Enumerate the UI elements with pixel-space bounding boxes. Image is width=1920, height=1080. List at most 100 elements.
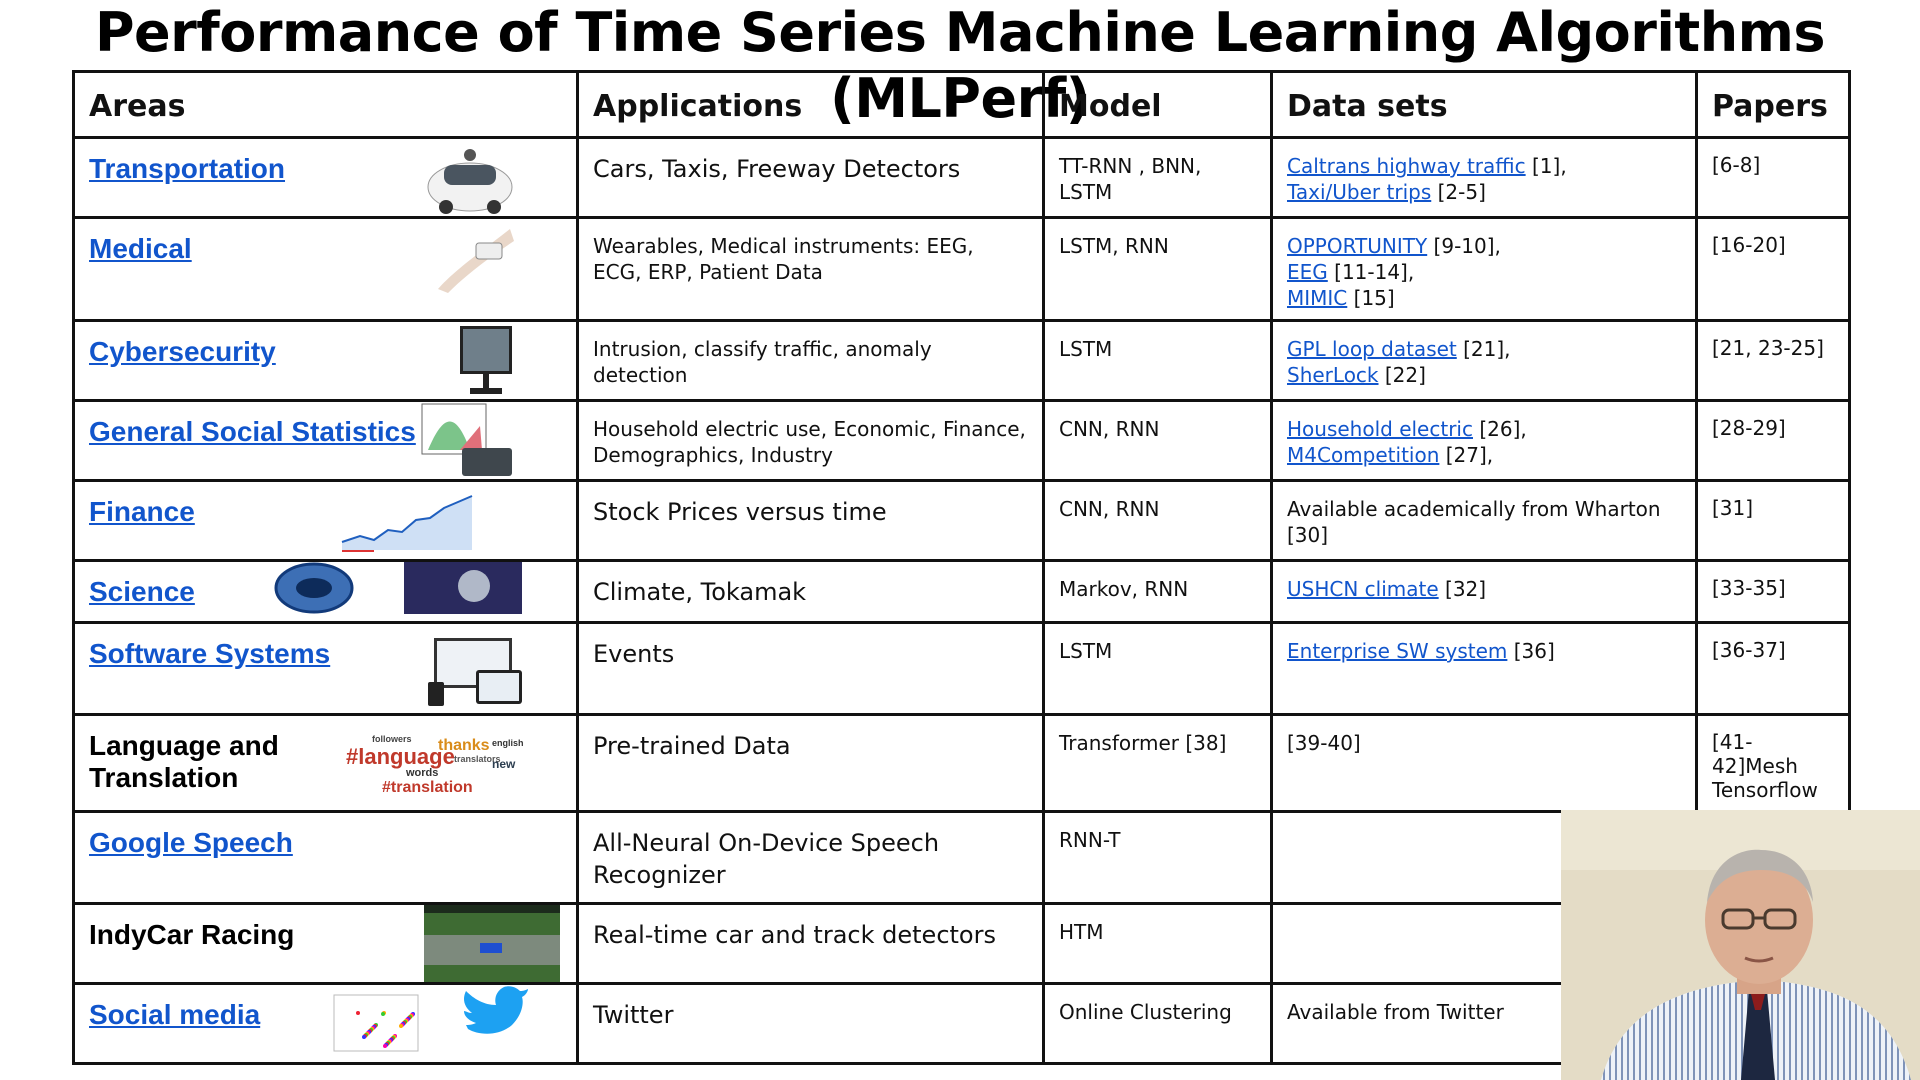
twitter-bird-icon [328, 986, 528, 1061]
header-applications: Applications [576, 70, 1045, 139]
application-cell: Climate, Tokamak [576, 559, 1045, 624]
dataset-ref: [36] [1507, 639, 1555, 663]
datasets-cell: Caltrans highway traffic [1], Taxi/Uber t… [1270, 136, 1698, 219]
dataset-ref: [26], [1472, 417, 1527, 441]
dataset-link[interactable]: Enterprise SW system [1287, 639, 1507, 663]
dataset-ref: [21], [1456, 337, 1511, 361]
dataset-ref: [1], [1525, 154, 1567, 178]
model-cell: Markov, RNN [1042, 559, 1273, 624]
model-cell: LSTM, RNN [1042, 216, 1273, 322]
word-cloud-word: followers [372, 734, 412, 744]
table-row: Science Climate, Tokamak Markov, RNN USHCN … [72, 559, 1851, 624]
dataset-ref: [11-14], [1327, 260, 1415, 284]
dataset-ref: Available from Twitter [1287, 1000, 1504, 1024]
table-row: Software Systems Events LSTM Enterprise SW … [72, 621, 1851, 716]
papers-cell: [36-37] [1695, 621, 1851, 716]
application-cell: Stock Prices versus time [576, 479, 1045, 562]
dataset-ref: [15] [1347, 286, 1395, 310]
dataset-link[interactable]: EEG [1287, 260, 1328, 284]
presenter-image [1561, 810, 1920, 1080]
table-row: Cybersecurity Intrusion, classify traffic… [72, 319, 1851, 402]
word-cloud-word: new [492, 757, 516, 771]
word-cloud-word: #translation [382, 779, 473, 796]
area-cell: IndyCar Racing [72, 902, 579, 985]
area-cell: General Social Statistics [72, 399, 579, 482]
tokamak-image [274, 563, 524, 620]
model-cell: RNN-T [1042, 810, 1273, 905]
header-datasets: Data sets [1270, 70, 1698, 139]
dataset-ref: Available academically from Wharton [30] [1287, 497, 1661, 547]
application-cell: Cars, Taxis, Freeway Detectors [576, 136, 1045, 219]
application-cell: Twitter [576, 982, 1045, 1065]
papers-cell: [41-42]Mesh Tensorflow [1695, 713, 1851, 813]
application-cell: Events [576, 621, 1045, 716]
model-cell: CNN, RNN [1042, 479, 1273, 562]
dataset-ref: [22] [1378, 363, 1426, 387]
chart-device-image [420, 403, 516, 478]
papers-cell: [16-20] [1695, 216, 1851, 322]
word-cloud-word: words [405, 767, 438, 779]
papers-cell: [21, 23-25] [1695, 319, 1851, 402]
application-cell: Pre-trained Data [576, 713, 1045, 813]
dataset-ref: [32] [1438, 577, 1487, 601]
papers-cell: [28-29] [1695, 399, 1851, 482]
model-cell: Transformer [38] [1042, 713, 1273, 813]
papers-cell: [6-8] [1695, 136, 1851, 219]
dataset-link[interactable]: Caltrans highway traffic [1287, 154, 1526, 178]
model-cell: LSTM [1042, 621, 1273, 716]
model-cell: TT-RNN , BNN, LSTM [1042, 136, 1273, 219]
dataset-link[interactable]: GPL loop dataset [1287, 337, 1457, 361]
word-cloud-word: english [492, 738, 524, 748]
datasets-cell: Available academically from Wharton [30] [1270, 479, 1698, 562]
area-cell: Science [72, 559, 579, 624]
application-cell: Real-time car and track detectors [576, 902, 1045, 985]
header-areas: Areas [72, 70, 579, 139]
dataset-link[interactable]: Household electric [1287, 417, 1473, 441]
application-cell: Wearables, Medical instruments: EEG, ECG… [576, 216, 1045, 322]
model-cell: Online Clustering [1042, 982, 1273, 1065]
area-label: Language and Translation [89, 730, 279, 793]
application-cell: All-Neural On-Device Speech Recognizer [576, 810, 1045, 905]
dataset-link[interactable]: Taxi/Uber trips [1287, 180, 1431, 204]
monitor-image [458, 324, 514, 398]
datasets-cell: USHCN climate [32] [1270, 559, 1698, 624]
area-cell: Cybersecurity [72, 319, 579, 402]
dataset-link[interactable]: MIMIC [1287, 286, 1347, 310]
datasets-cell: Enterprise SW system [36] [1270, 621, 1698, 716]
model-cell: LSTM [1042, 319, 1273, 402]
table-header-row: Areas Applications Model Data sets Paper… [72, 70, 1851, 139]
wearable-image [434, 221, 514, 298]
area-cell: Language and Translation #language thanks f… [72, 713, 579, 813]
dataset-link[interactable]: M4Competition [1287, 443, 1439, 467]
dataset-ref: [27], [1439, 443, 1494, 467]
area-link[interactable]: Google Speech [89, 827, 562, 859]
model-cell: HTM [1042, 902, 1273, 985]
dataset-link[interactable]: OPPORTUNITY [1287, 234, 1427, 258]
table-row: Transportation Cars, Taxis, Freeway Detec… [72, 136, 1851, 219]
header-papers: Papers [1695, 70, 1851, 139]
table-row: General Social Statistics Household elect… [72, 399, 1851, 482]
dataset-link[interactable]: USHCN climate [1287, 577, 1439, 601]
dataset-link[interactable]: SherLock [1287, 363, 1379, 387]
slide: Performance of Time Series Machine Learn… [0, 0, 1920, 1080]
papers-cell: [33-35] [1695, 559, 1851, 624]
dataset-ref: [39-40] [1287, 731, 1361, 755]
devices-image [426, 636, 526, 712]
area-cell: Software Systems [72, 621, 579, 716]
dataset-ref: [2-5] [1431, 180, 1486, 204]
papers-cell: [31] [1695, 479, 1851, 562]
datasets-cell: OPPORTUNITY [9-10], EEG [11-14], MIMIC [1… [1270, 216, 1698, 322]
dataset-ref: [9-10], [1427, 234, 1501, 258]
table-row: Medical Wearables, Medical instruments: E… [72, 216, 1851, 322]
stock-chart-image [340, 490, 480, 558]
datasets-cell: [39-40] [1270, 713, 1698, 813]
racetrack-image [424, 906, 560, 981]
area-link[interactable]: Finance [89, 496, 562, 528]
area-cell: Finance [72, 479, 579, 562]
datasets-cell: Household electric [26], M4Competition [2… [1270, 399, 1698, 482]
header-model: Model [1042, 70, 1273, 139]
table-row: Language and Translation #language thanks f… [72, 713, 1851, 813]
model-cell: CNN, RNN [1042, 399, 1273, 482]
presenter-video [1561, 810, 1920, 1080]
application-cell: Household electric use, Economic, Financ… [576, 399, 1045, 482]
